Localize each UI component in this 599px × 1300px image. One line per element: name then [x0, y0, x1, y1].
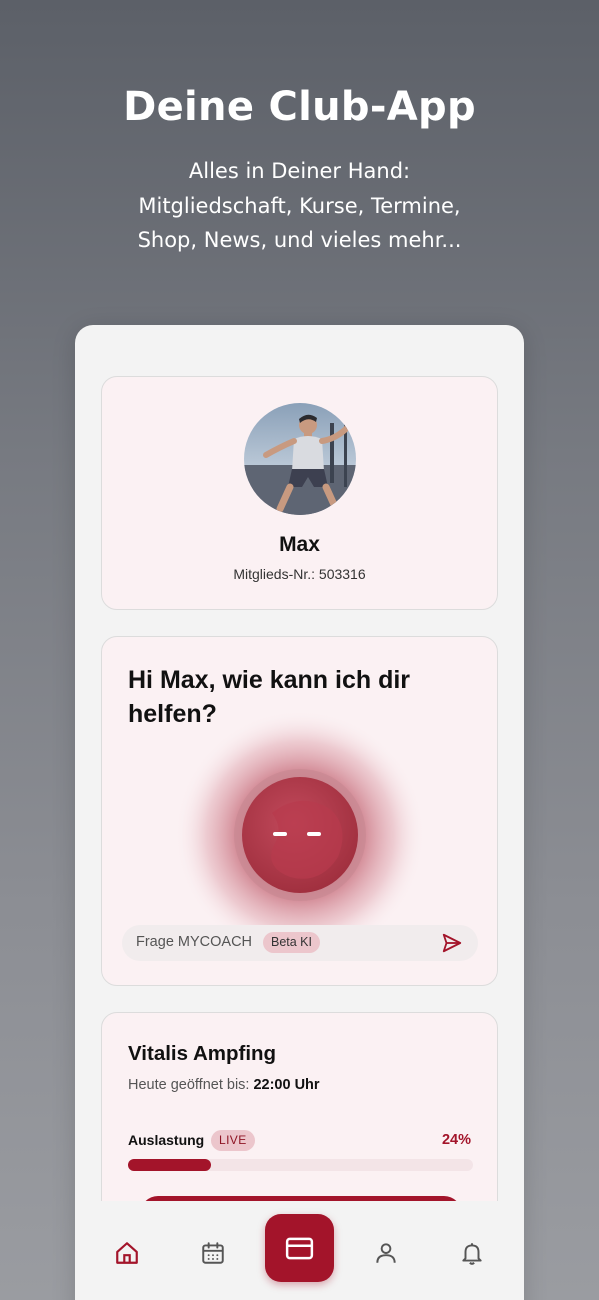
load-progress-fill: [128, 1159, 211, 1171]
bell-icon: [462, 1243, 482, 1265]
opening-hours-label: Heute geöffnet bis:: [128, 1077, 250, 1093]
membership-card-icon: [285, 1237, 314, 1260]
promo-headline: Deine Club-App: [123, 84, 476, 130]
load-label: Auslastung: [128, 1132, 205, 1148]
calendar-icon: [202, 1242, 224, 1264]
tab-membership-card[interactable]: [265, 1214, 334, 1282]
load-progress-bar: [128, 1159, 473, 1171]
coach-eye: [273, 832, 287, 836]
user-icon: [376, 1243, 396, 1263]
load-percent: 24%: [441, 1132, 471, 1148]
opening-hours: Heute geöffnet bis: 22:00 Uhr: [128, 1077, 320, 1093]
profile-card[interactable]: Max Mitglieds-Nr.: 503316: [101, 376, 498, 610]
tab-home[interactable]: [107, 1233, 147, 1273]
phone-screen: Max Mitglieds-Nr.: 503316 Hi Max, wie ka…: [75, 325, 524, 1300]
bottom-tab-bar: [75, 1201, 524, 1300]
promo-subline-line: Alles in Deiner Hand:: [188, 159, 411, 183]
tab-calendar[interactable]: [193, 1233, 233, 1273]
avatar-photo: [244, 403, 356, 515]
coach-input-label: Frage MYCOACH: [136, 934, 253, 950]
tab-notifications[interactable]: [452, 1233, 492, 1273]
opening-hours-value: 22:00 Uhr: [253, 1077, 320, 1093]
profile-name: Max: [279, 533, 320, 556]
home-icon: [116, 1242, 138, 1264]
send-icon[interactable]: [441, 932, 463, 954]
tab-profile[interactable]: [366, 1233, 406, 1273]
live-badge: LIVE: [211, 1130, 255, 1151]
studio-name: Vitalis Ampfing: [128, 1042, 277, 1065]
coach-eye: [307, 832, 321, 836]
coach-card: Hi Max, wie kann ich dir helfen? Frage M…: [101, 636, 498, 986]
beta-badge: Beta KI: [263, 932, 320, 953]
coach-ask-input[interactable]: Frage MYCOACH Beta KI: [122, 925, 478, 961]
member-number: Mitglieds-Nr.: 503316: [233, 566, 366, 582]
promo-subline-line: Shop, News, und vieles mehr...: [137, 228, 462, 252]
avatar: [244, 403, 356, 515]
promo-subline-line: Mitgliedschaft, Kurse, Termine,: [138, 193, 461, 218]
promo-subline: Alles in Deiner Hand: Mitgliedschaft, Ku…: [0, 154, 599, 258]
